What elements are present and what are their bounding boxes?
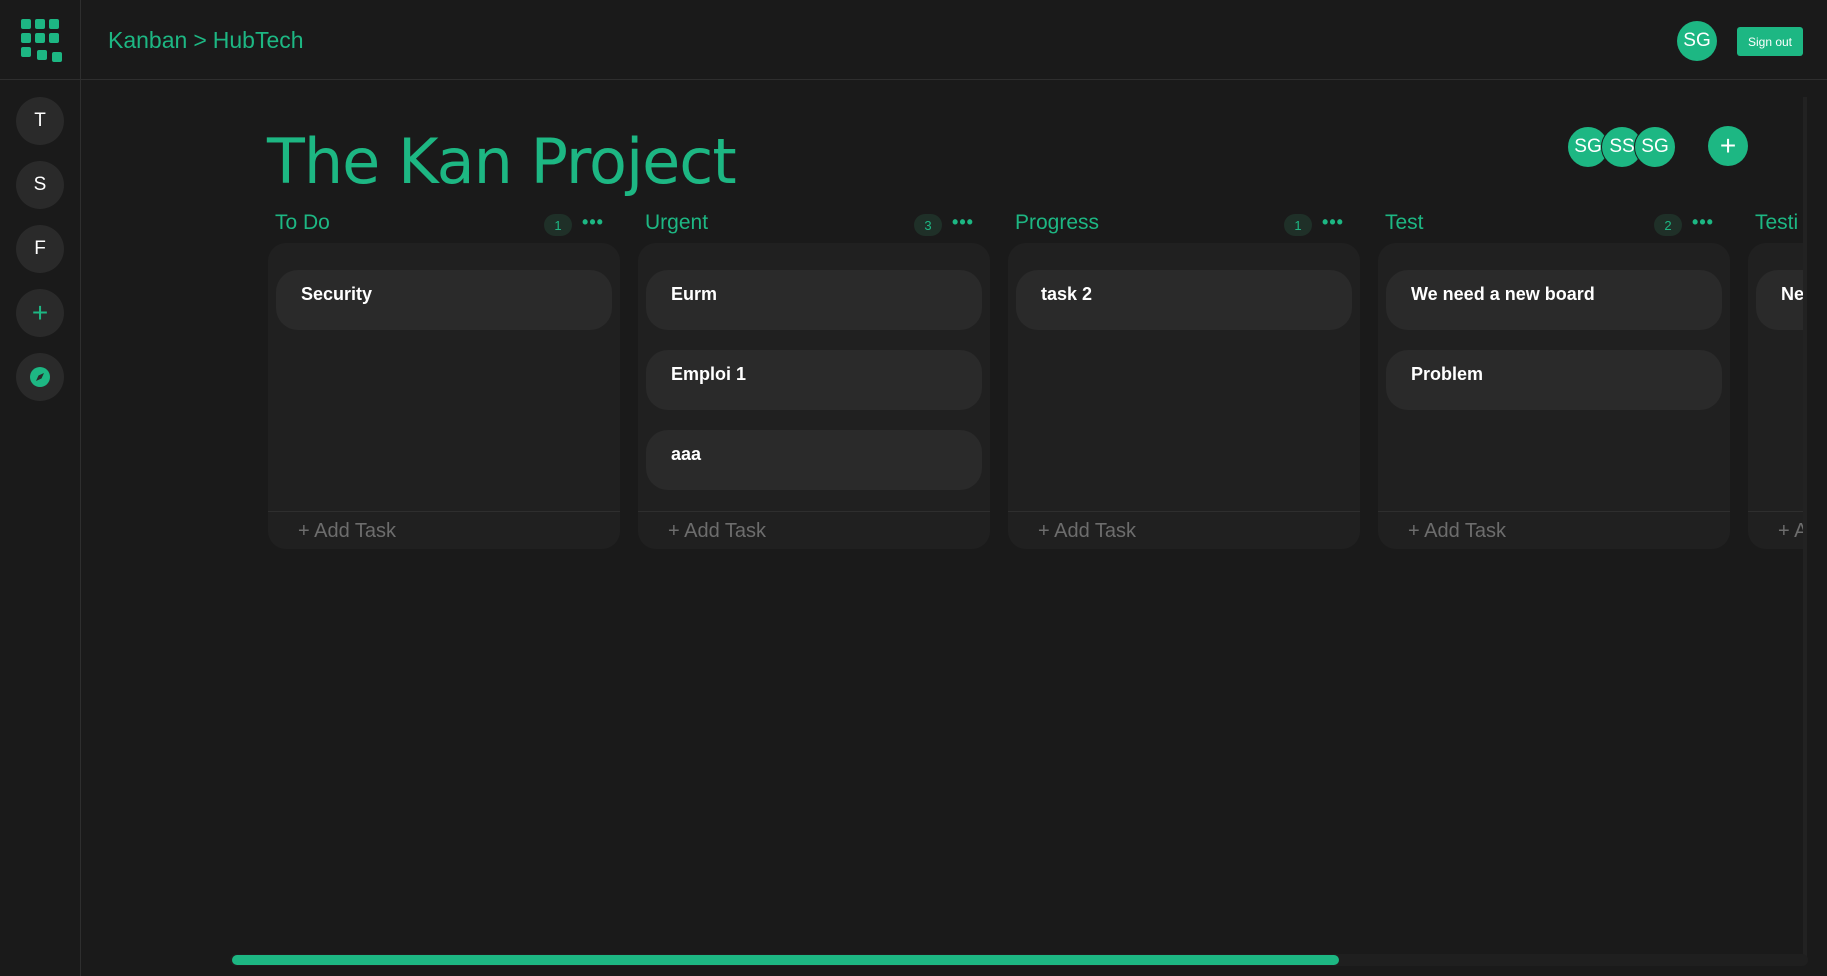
breadcrumb-separator: > <box>193 27 207 53</box>
task-count-badge: 1 <box>1284 214 1312 236</box>
add-task-button[interactable]: + Add Task <box>638 511 990 549</box>
sidebar-item-t[interactable]: T <box>16 97 64 145</box>
sidebar: T S F + <box>0 80 81 976</box>
task-card[interactable]: aaa <box>646 430 982 490</box>
add-workspace-button[interactable]: + <box>16 289 64 337</box>
column-to-do: To Do 1 ••• Security + Add Task <box>268 205 620 549</box>
sidebar-item-s[interactable]: S <box>16 161 64 209</box>
column-body: Eurm Emploi 1 aaa + Add Task <box>638 243 990 549</box>
sign-out-button[interactable]: Sign out <box>1737 27 1803 56</box>
horizontal-scrollbar-thumb[interactable] <box>232 955 1339 965</box>
breadcrumb: Kanban > HubTech <box>108 27 304 54</box>
column-title[interactable]: To Do <box>275 211 330 235</box>
plus-icon: + <box>31 297 49 328</box>
grid-logo-icon <box>21 19 62 62</box>
task-card[interactable]: Ne <box>1756 270 1807 330</box>
column-title[interactable]: Testi <box>1755 211 1798 235</box>
column-body: task 2 + Add Task <box>1008 243 1360 549</box>
task-count-badge: 2 <box>1654 214 1682 236</box>
more-options-icon[interactable]: ••• <box>951 210 975 234</box>
column-header: To Do 1 ••• <box>268 205 620 243</box>
task-card[interactable]: We need a new board <box>1386 270 1722 330</box>
vertical-scroll-track[interactable] <box>1803 97 1807 963</box>
add-task-button[interactable]: + Add Task <box>1378 511 1730 549</box>
column-header: Testi <box>1748 205 1807 243</box>
task-card[interactable]: Security <box>276 270 612 330</box>
column-body: We need a new board Problem + Add Task <box>1378 243 1730 549</box>
task-count-badge: 1 <box>544 214 572 236</box>
column-header: Progress 1 ••• <box>1008 205 1360 243</box>
add-task-button[interactable]: + Add Task <box>268 511 620 549</box>
compass-icon <box>30 367 50 387</box>
task-count-badge: 3 <box>914 214 942 236</box>
breadcrumb-kanban[interactable]: Kanban <box>108 27 187 53</box>
task-card[interactable]: Problem <box>1386 350 1722 410</box>
column-urgent: Urgent 3 ••• Eurm Emploi 1 aaa + Add Tas… <box>638 205 990 549</box>
add-member-button[interactable]: + <box>1708 126 1748 166</box>
add-task-button[interactable]: + Add Task <box>1008 511 1360 549</box>
more-options-icon[interactable]: ••• <box>1321 210 1345 234</box>
breadcrumb-workspace[interactable]: HubTech <box>213 27 304 53</box>
task-card[interactable]: Eurm <box>646 270 982 330</box>
column-body: Ne + A <box>1748 243 1807 549</box>
column-testing: Testi Ne + A <box>1748 205 1807 549</box>
task-card[interactable]: task 2 <box>1016 270 1352 330</box>
column-title[interactable]: Test <box>1385 211 1424 235</box>
column-test: Test 2 ••• We need a new board Problem +… <box>1378 205 1730 549</box>
kanban-board: To Do 1 ••• Security + Add Task Urgent 3… <box>268 205 1807 560</box>
column-header: Urgent 3 ••• <box>638 205 990 243</box>
column-title[interactable]: Urgent <box>645 211 708 235</box>
project-title: The Kan Project <box>267 125 737 198</box>
plus-icon: + <box>1719 130 1737 161</box>
user-avatar[interactable]: SG <box>1677 21 1717 61</box>
column-body: Security + Add Task <box>268 243 620 549</box>
logo[interactable] <box>0 0 81 80</box>
explore-button[interactable] <box>16 353 64 401</box>
column-header: Test 2 ••• <box>1378 205 1730 243</box>
sidebar-item-f[interactable]: F <box>16 225 64 273</box>
more-options-icon[interactable]: ••• <box>1691 210 1715 234</box>
add-task-button[interactable]: + A <box>1748 511 1807 549</box>
more-options-icon[interactable]: ••• <box>581 210 605 234</box>
top-bar: Kanban > HubTech SG Sign out <box>0 0 1827 80</box>
member-avatar[interactable]: SG <box>1634 126 1676 168</box>
task-card[interactable]: Emploi 1 <box>646 350 982 410</box>
column-title[interactable]: Progress <box>1015 211 1099 235</box>
column-progress: Progress 1 ••• task 2 + Add Task <box>1008 205 1360 549</box>
